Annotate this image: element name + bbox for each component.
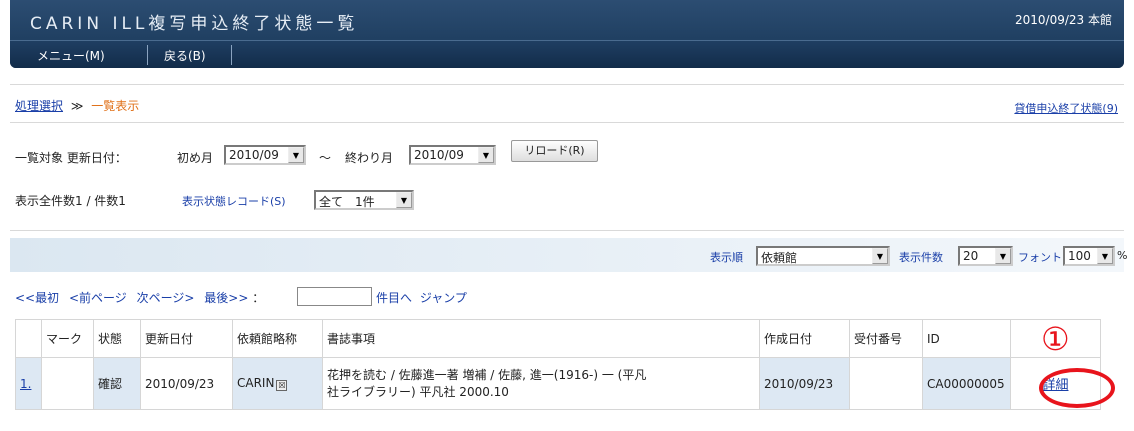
reload-button[interactable]: リロード(R): [511, 140, 598, 162]
breadcrumb-process-select[interactable]: 処理選択: [15, 99, 63, 113]
table-row: 1. 確認 2010/09/23 CARIN ☒ 花押を読む / 佐藤進一著 増補…: [15, 357, 1101, 410]
updated-date-cell: 2010/09/23: [140, 357, 233, 410]
status-cell: 確認: [93, 357, 141, 410]
column-header: 受付番号: [849, 319, 923, 358]
app-title: CARIN ILL複写申込終了状態一覧: [30, 14, 359, 34]
divider: [10, 122, 1124, 123]
app-header: CARIN ILL複写申込終了状態一覧 2010/09/23 本館 メニュー(M…: [10, 0, 1124, 68]
chevron-down-icon: ▼: [478, 147, 494, 163]
library-name: CARIN: [237, 376, 275, 390]
detail-link[interactable]: 詳細: [1042, 378, 1068, 393]
sort-order-label: 表示順: [710, 251, 743, 264]
mark-cell: [41, 357, 94, 410]
annotation-number: ①: [1041, 320, 1070, 358]
chevron-down-icon: ▼: [396, 192, 412, 208]
font-size-value: 100: [1068, 249, 1091, 263]
prev-page-link[interactable]: <前ページ: [69, 291, 127, 305]
last-page-link[interactable]: 最後>>: [204, 291, 248, 305]
start-month-label: 初め月: [177, 151, 214, 165]
table-header-row: マーク 状態 更新日付 依頼館略称 書誌事項 作成日付 受付番号 ID: [15, 319, 1101, 358]
end-month-select[interactable]: 2010/09 ▼: [409, 145, 496, 165]
column-header: 更新日付: [140, 319, 233, 358]
jump-page-input[interactable]: [297, 287, 372, 306]
end-month-label: 終わり月: [345, 151, 394, 165]
bibliography-line: 花押を読む / 佐藤進一著 増補 / 佐藤, 進一(1916-) 一 (平凡: [327, 367, 647, 382]
font-size-label: フォント: [1018, 251, 1062, 264]
record-count: 表示全件数1 / 件数1: [15, 194, 126, 208]
menu-separator: [231, 45, 232, 65]
status-record-select[interactable]: 全て 1件 ▼: [314, 190, 414, 210]
next-page-link[interactable]: 次ページ>: [137, 291, 195, 305]
jump-controls: 件目へ ジャンプ: [376, 289, 467, 306]
column-header: 作成日付: [759, 319, 850, 358]
chevron-down-icon: ▼: [288, 147, 304, 163]
library-cell: CARIN ☒: [232, 357, 323, 410]
breadcrumb-current: 一覧表示: [91, 99, 140, 113]
first-page-link[interactable]: <<最初: [15, 291, 59, 305]
column-header: マーク: [41, 319, 94, 358]
row-number-link[interactable]: 1.: [20, 377, 31, 391]
pagination: <<最初 <前ページ 次ページ> 最後>> ：: [15, 289, 264, 306]
sort-order-select[interactable]: 依頼館 ▼: [756, 246, 890, 266]
chevron-down-icon: ▼: [1097, 248, 1113, 264]
percent-sign: %: [1117, 249, 1128, 262]
breadcrumb: 処理選択 ≫ 一覧表示: [15, 97, 139, 114]
start-month-select[interactable]: 2010/09 ▼: [224, 145, 306, 165]
status-record-value: 全て 1件: [319, 195, 375, 209]
start-month-value: 2010/09: [229, 148, 279, 162]
checkbox-icon[interactable]: ☒: [276, 380, 288, 391]
chevron-down-icon: ▼: [872, 248, 888, 264]
created-date-cell: 2010/09/23: [759, 357, 850, 410]
bibliography-cell: 花押を読む / 佐藤進一著 増補 / 佐藤, 進一(1916-) 一 (平凡 社…: [322, 357, 760, 410]
divider: [10, 230, 1124, 231]
font-size-select[interactable]: 100 ▼: [1063, 246, 1115, 266]
chevron-down-icon: ▼: [995, 248, 1011, 264]
pager-colon: ：: [252, 291, 265, 305]
column-header: ID: [922, 319, 1011, 358]
status-record-label[interactable]: 表示状態レコード(S): [182, 193, 286, 209]
menu-bar: メニュー(M) 戻る(B): [10, 40, 1124, 68]
bibliography-line: 社ライブラリー) 平凡社 2000.10: [327, 384, 509, 399]
id-cell: CA00000005: [922, 357, 1011, 410]
column-header: 書誌事項: [322, 319, 760, 358]
column-header: 状態: [93, 319, 141, 358]
range-tilde: ～: [319, 151, 332, 165]
results-table: マーク 状態 更新日付 依頼館略称 書誌事項 作成日付 受付番号 ID 1. 確…: [15, 319, 1101, 410]
action-cell: 詳細: [1010, 357, 1101, 410]
menu-button[interactable]: メニュー(M): [37, 47, 105, 64]
column-header: 依頼館略称: [232, 319, 323, 358]
jump-link[interactable]: ジャンプ: [420, 291, 467, 305]
back-button[interactable]: 戻る(B): [164, 47, 206, 64]
receipt-number-cell: [849, 357, 923, 410]
breadcrumb-separator: ≫: [70, 99, 84, 113]
page-size-value: 20: [963, 249, 979, 263]
loan-status-link[interactable]: 貸借申込終了状態(9): [1014, 100, 1118, 116]
end-month-value: 2010/09: [414, 148, 464, 162]
page-size-select[interactable]: 20 ▼: [958, 246, 1013, 266]
page-size-label: 表示件数: [899, 251, 943, 264]
row-number-cell: 1.: [15, 357, 42, 410]
jump-suffix: 件目へ: [376, 291, 413, 305]
filter-label: 一覧対象 更新日付：: [15, 151, 127, 165]
menu-separator: [147, 45, 148, 65]
sort-order-value: 依頼館: [761, 251, 798, 265]
sort-toolbar: [10, 238, 1124, 272]
column-header: [15, 319, 42, 358]
date-library-label: 2010/09/23 本館: [1015, 13, 1112, 27]
divider: [10, 84, 1124, 85]
